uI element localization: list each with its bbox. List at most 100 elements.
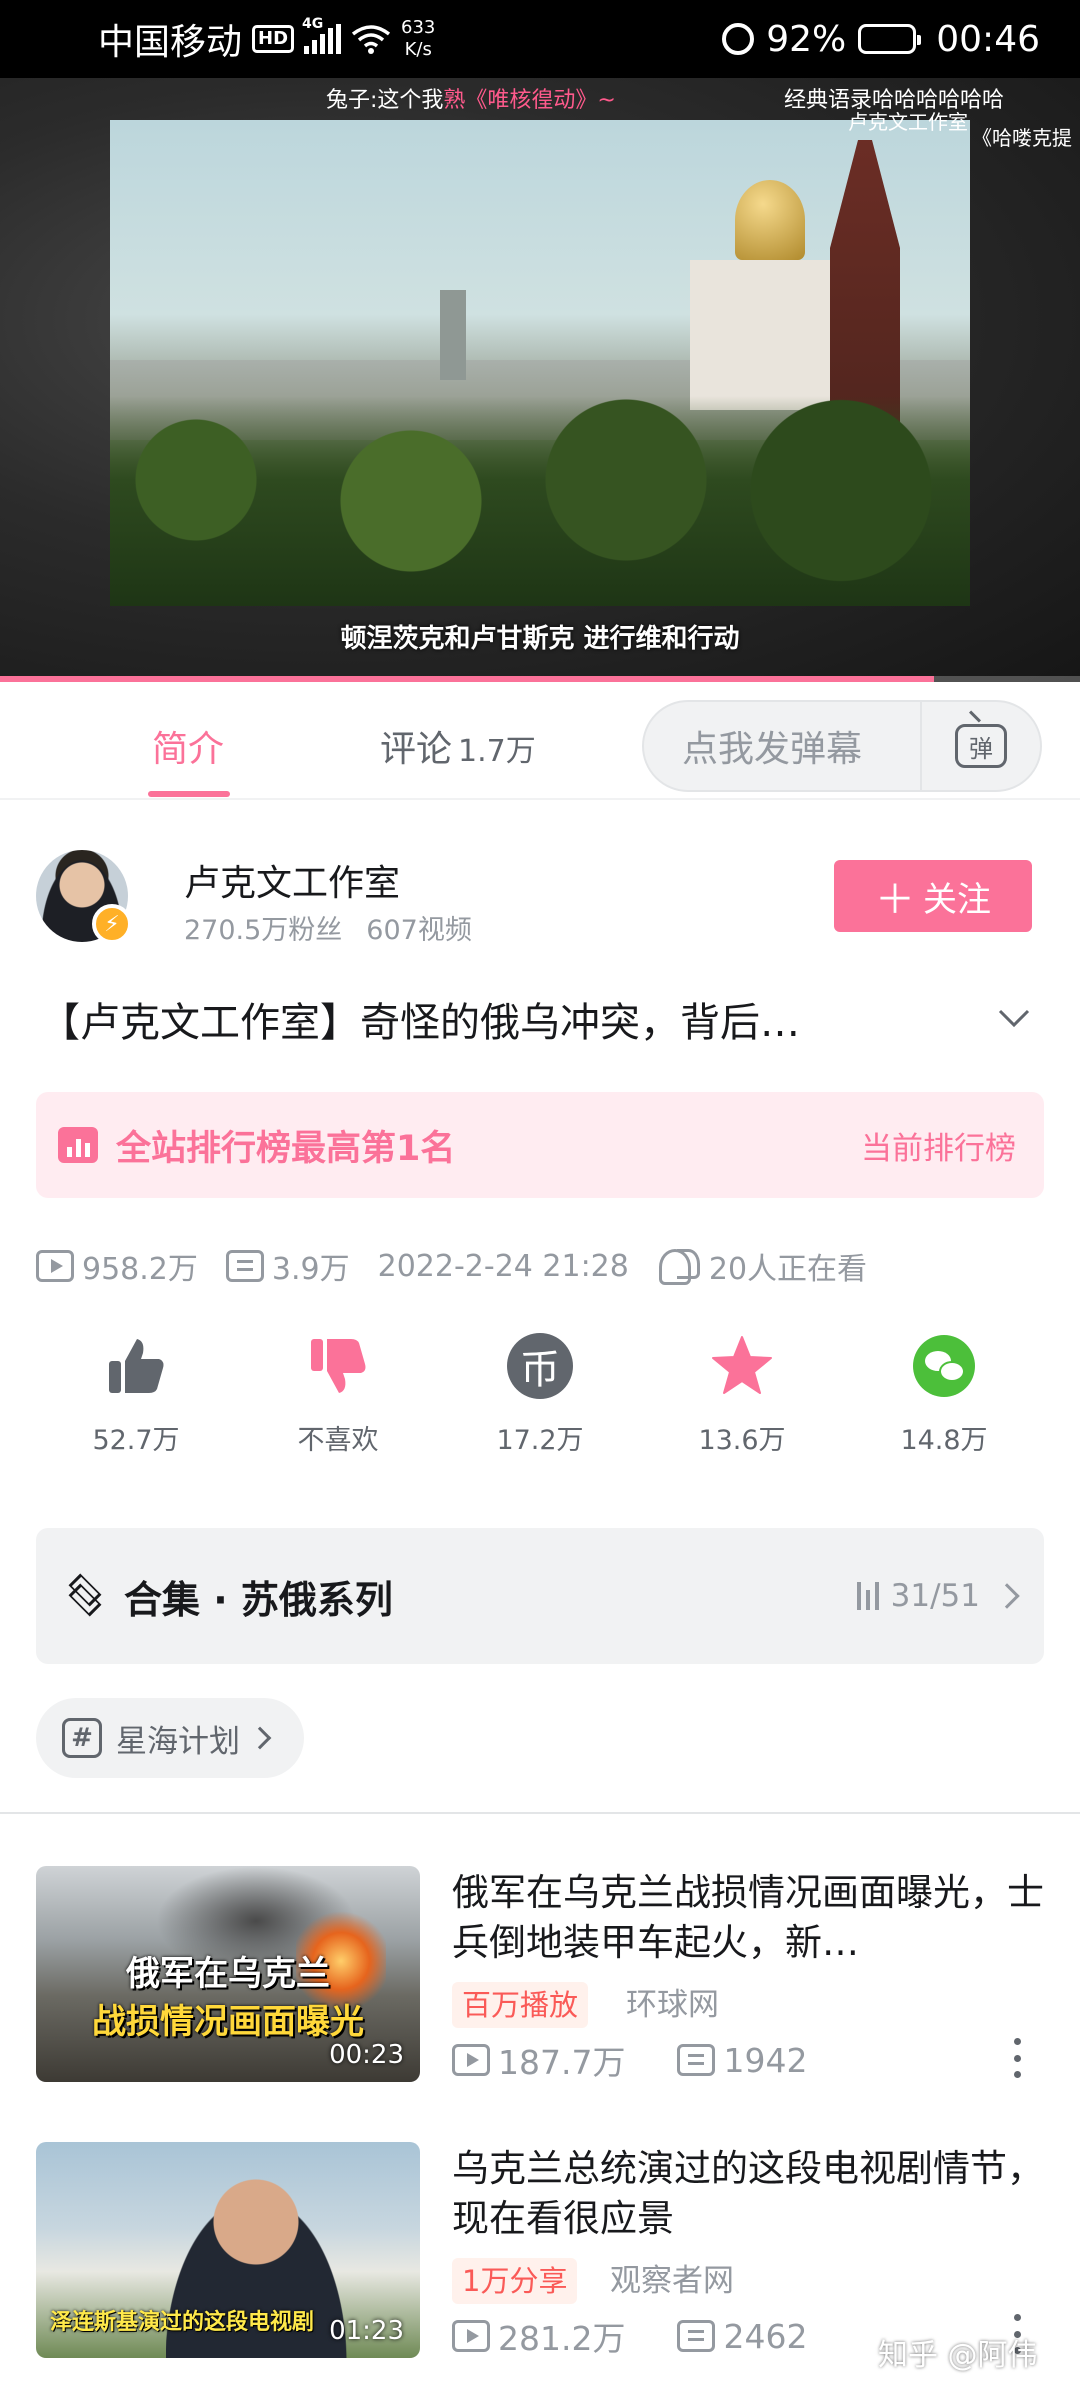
video-subtitle: 顿涅茨克和卢甘斯克 进行维和行动	[340, 624, 740, 654]
thumbnail-caption: 战损情况画面曝光	[92, 2002, 364, 2042]
collection-progress-value: 31/51	[890, 1578, 980, 1614]
danmaku-count-icon	[677, 2320, 716, 2352]
thumbs-down-icon	[302, 1330, 374, 1402]
video-player[interactable]: 兔子:这个我熟《唯核徨动》~ 经典语录哈哈哈哈哈哈 卢克文工作室 《哈喽克提 顿…	[0, 78, 1080, 682]
play-count-icon	[452, 2320, 490, 2352]
tag-chip[interactable]: # 星海计划	[36, 1698, 304, 1778]
chevron-down-icon[interactable]	[996, 1000, 1032, 1036]
video-title[interactable]: 【卢克文工作室】奇怪的俄乌冲突，背后…	[40, 990, 960, 1048]
people-icon	[657, 1249, 701, 1285]
video-duration: 00:23	[329, 2040, 404, 2070]
video-duration: 01:23	[329, 2316, 404, 2346]
section-divider	[0, 1812, 1080, 1814]
status-right: 92% 00:46	[722, 19, 1040, 60]
tab-comments-label: 评论	[380, 729, 453, 770]
network-speed: 633 K/s	[401, 17, 435, 61]
video-source: 环球网	[626, 1987, 719, 2023]
coin-count: 17.2万	[496, 1425, 584, 1456]
carrier-label: 中国移动	[98, 22, 243, 63]
tab-indicator	[148, 791, 230, 797]
tab-bar: 简介 评论 1.7万 点我发弹幕 弹	[0, 682, 1080, 800]
collection-card[interactable]: 合集 · 苏俄系列 31/51	[36, 1528, 1044, 1664]
danmaku-input[interactable]: 点我发弹幕 弹	[642, 700, 1042, 792]
speed-value: 633	[401, 17, 436, 38]
danmaku-toggle-button[interactable]: 弹	[920, 702, 1040, 790]
coin-glyph: 币	[507, 1333, 573, 1399]
danmaku-count-icon	[677, 2044, 716, 2076]
site-watermark: 知乎 @阿伟	[878, 2338, 1038, 2373]
video-thumbnail[interactable]: 泽连斯基演过的这段电视剧 01:23	[36, 2142, 420, 2358]
thumbnail-caption: 俄军在乌克兰	[126, 1954, 330, 1994]
play-count-icon	[36, 1250, 74, 1282]
layers-icon	[64, 1573, 106, 1617]
video-stats: 958.2万 3.9万 2022-2-24 21:28 20人正在看	[36, 1244, 895, 1288]
related-video-title[interactable]: 乌克兰总统演过的这段电视剧情节，现在看很应景	[452, 2144, 1046, 2244]
related-video-stats: 281.2万 2462	[452, 2312, 859, 2360]
tag-label: 星海计划	[116, 1723, 240, 1760]
like-count: 52.7万	[92, 1425, 180, 1456]
status-left: 中国移动 HD 4G 633 K/s	[98, 13, 722, 65]
coin-button[interactable]: 币 17.2万	[460, 1330, 620, 1457]
danmaku-count: 3.9万	[225, 1244, 350, 1288]
rank-link[interactable]: 当前排行榜	[861, 1123, 1016, 1168]
danmaku-text: 兔子:这个我	[326, 88, 444, 113]
star-icon	[706, 1330, 778, 1402]
popularity-badge: 百万播放	[452, 1982, 589, 2028]
favorite-count: 13.6万	[698, 1425, 786, 1456]
speed-unit: K/s	[404, 39, 432, 60]
chevron-right-icon	[248, 1726, 272, 1750]
wifi-icon	[351, 25, 391, 54]
danmaku-count-value: 1942	[723, 2040, 808, 2080]
uploader-meta: 270.5万粉丝 607视频	[184, 908, 472, 947]
signal-icon: 4G	[302, 16, 342, 54]
video-thumbnail[interactable]: 俄军在乌克兰 战损情况画面曝光 00:23	[36, 1866, 420, 2082]
collection-progress: 31/51	[856, 1578, 1020, 1614]
alarm-icon	[722, 23, 755, 55]
fans-count: 270.5万粉丝	[184, 915, 343, 946]
chevron-right-icon	[994, 1583, 1020, 1609]
clock: 00:46	[936, 18, 1040, 60]
favorite-button[interactable]: 13.6万	[662, 1330, 822, 1457]
danmaku-count-icon	[225, 1250, 264, 1282]
video-count: 607视频	[366, 915, 472, 946]
video-watermark-sub: 《哈喽克提	[972, 126, 1072, 150]
view-count-value: 187.7万	[498, 2043, 626, 2082]
verified-icon: ⚡	[92, 904, 132, 944]
dislike-label: 不喜欢	[297, 1425, 379, 1456]
share-button[interactable]: 14.8万	[864, 1330, 1024, 1457]
view-count: 958.2万	[36, 1244, 198, 1288]
follow-label: 关注	[923, 879, 991, 920]
follow-button[interactable]: ＋ 关注	[834, 860, 1032, 932]
plus-icon: ＋	[875, 877, 915, 923]
rank-text: 全站排行榜最高第1名	[116, 1128, 456, 1169]
danmaku-highlight: 熟《唯核徨动》~	[443, 88, 616, 113]
network-type: 4G	[302, 16, 324, 32]
watching-now-value: 20人正在看	[708, 1252, 868, 1287]
view-count-value: 958.2万	[82, 1252, 198, 1287]
related-video-stats: 187.7万 1942	[452, 2036, 859, 2084]
hashtag-icon: #	[62, 1718, 102, 1758]
like-button[interactable]: 52.7万	[56, 1330, 216, 1457]
tab-comments-count: 1.7万	[458, 734, 536, 769]
status-bar: 中国移动 HD 4G 633 K/s 92% 00:46	[0, 0, 1080, 78]
more-icon[interactable]	[1014, 2038, 1022, 2078]
tab-comments[interactable]: 评论 1.7万	[380, 720, 536, 772]
related-video-item[interactable]: 俄军在乌克兰 战损情况画面曝光 00:23 俄军在乌克兰战损情况画面曝光，士兵倒…	[0, 1866, 1080, 2090]
watching-now: 20人正在看	[657, 1244, 867, 1288]
rank-banner[interactable]: 全站排行榜最高第1名 当前排行榜	[36, 1092, 1044, 1198]
play-count-icon	[452, 2044, 490, 2076]
danmaku-tv-icon: 弹	[955, 724, 1007, 768]
related-video-title[interactable]: 俄军在乌克兰战损情况画面曝光，士兵倒地装甲车起火，新…	[452, 1868, 1046, 1968]
video-watermark: 卢克文工作室	[848, 110, 968, 134]
dislike-button[interactable]: 不喜欢	[258, 1330, 418, 1457]
share-count: 14.8万	[900, 1425, 988, 1456]
video-frame	[110, 120, 970, 606]
tab-intro[interactable]: 简介	[152, 720, 224, 772]
publish-date: 2022-2-24 21:28	[377, 1248, 629, 1284]
action-bar: 52.7万 不喜欢 币 17.2万 13.6万 14.8万	[0, 1330, 1080, 1470]
collection-title: 合集 · 苏俄系列	[124, 1577, 393, 1622]
uploader-name[interactable]: 卢克文工作室	[184, 854, 400, 906]
coin-icon: 币	[504, 1330, 576, 1402]
hd-badge: HD	[252, 25, 295, 53]
popularity-badge: 1万分享	[452, 2258, 578, 2304]
